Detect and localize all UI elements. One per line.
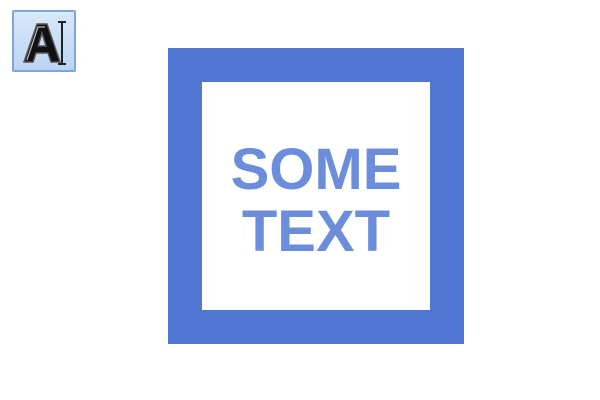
text-line-2: TEXT (241, 199, 391, 264)
text-frame[interactable]: SOME TEXT (168, 48, 464, 344)
text-tool-button[interactable] (12, 10, 76, 72)
text-line-1: SOME (230, 137, 402, 202)
canvas: SOME TEXT (0, 0, 600, 400)
frame-text: SOME TEXT (231, 139, 402, 263)
text-tool-icon (22, 21, 66, 65)
